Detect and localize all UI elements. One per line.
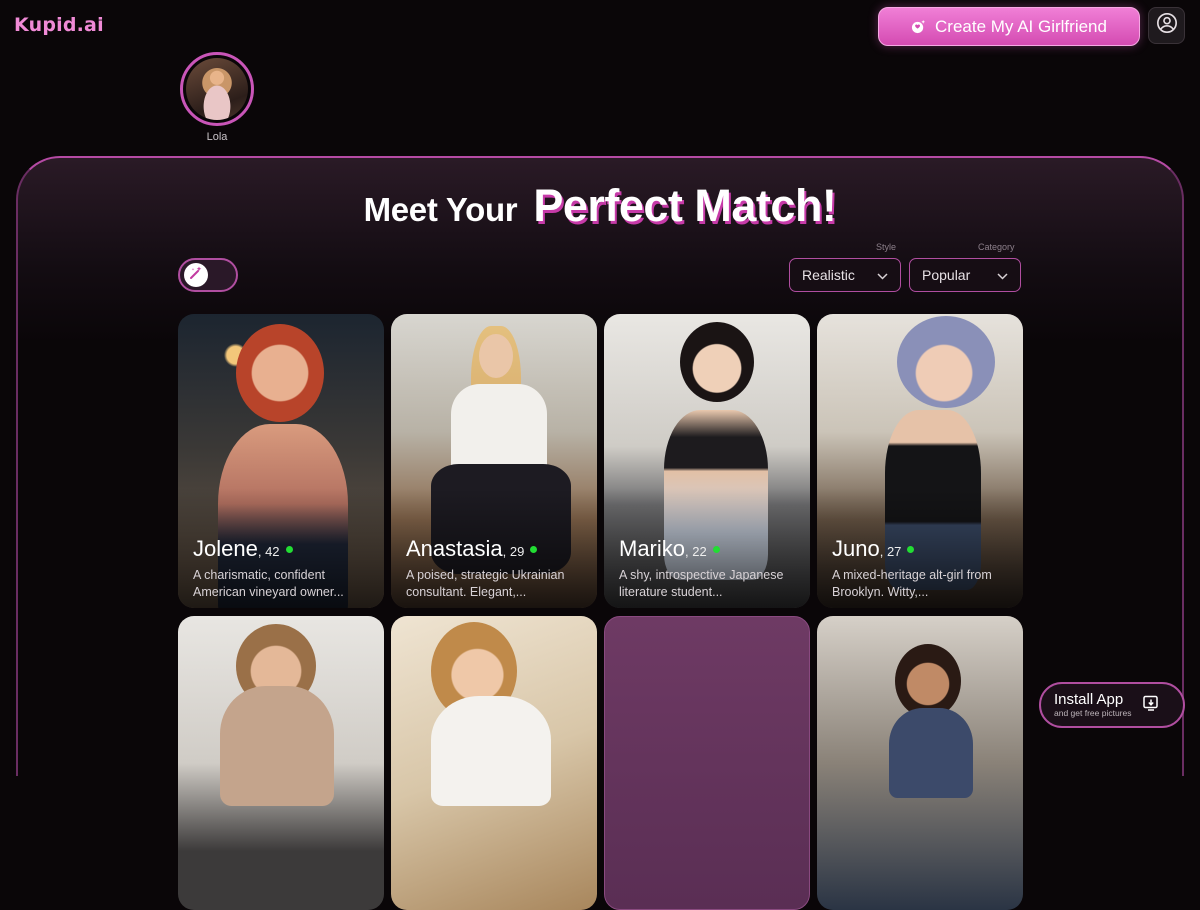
character-photo: [680, 322, 754, 402]
story-avatar-ring[interactable]: [180, 52, 254, 126]
story-lola[interactable]: Lola: [180, 52, 254, 143]
character-photo-body: [889, 708, 973, 798]
card-description: A charismatic, confident American vineya…: [193, 568, 344, 599]
install-app-button[interactable]: Install App and get free pictures: [1039, 682, 1185, 728]
online-status-dot: [907, 546, 915, 554]
online-status-dot: [285, 546, 293, 554]
logo[interactable]: Kupid.ai: [14, 14, 104, 36]
card-name: Anastasia: [406, 536, 503, 561]
install-title: Install App: [1054, 690, 1124, 708]
character-photo-body: [220, 686, 334, 806]
create-button-label: Create My AI Girlfriend: [935, 16, 1107, 36]
toggle-knob[interactable]: [184, 263, 208, 287]
chevron-down-icon: [877, 267, 888, 283]
character-photo-face: [479, 334, 513, 378]
card-age: , 27: [879, 544, 902, 559]
character-card[interactable]: [817, 616, 1023, 910]
character-photo: [897, 316, 995, 408]
style-filter-label: Style: [876, 242, 897, 252]
story-name: Lola: [206, 131, 228, 143]
category-select-value: Popular: [922, 267, 971, 283]
sparkle-heart-icon: [911, 19, 926, 34]
card-age: , 42: [257, 544, 280, 559]
card-description: A mixed-heritage alt-girl from Brooklyn.…: [832, 568, 992, 599]
category-select[interactable]: Popular: [909, 258, 1021, 292]
online-status-dot: [712, 546, 720, 554]
profile-button[interactable]: [1148, 7, 1185, 44]
title-part1: Meet Your: [363, 191, 518, 228]
card-age: , 29: [502, 544, 525, 559]
create-ai-girlfriend-button[interactable]: Create My AI Girlfriend: [878, 7, 1140, 46]
install-icon: [1142, 694, 1160, 717]
card-name: Juno: [832, 536, 880, 561]
page-title: Meet Your Perfect Match!: [0, 180, 1200, 232]
card-description: A poised, strategic Ukrainian consultant…: [406, 568, 565, 599]
character-card[interactable]: [178, 616, 384, 910]
chevron-down-icon: [997, 267, 1008, 283]
character-card-placeholder[interactable]: [604, 616, 810, 910]
character-photo-body: [431, 696, 551, 806]
avatar: [186, 58, 248, 120]
style-select[interactable]: Realistic: [789, 258, 901, 292]
user-icon: [1156, 12, 1178, 39]
install-subtitle: and get free pictures: [1054, 707, 1132, 718]
character-card-jolene[interactable]: Jolene, 42 A charismatic, confident Amer…: [178, 314, 384, 608]
style-select-value: Realistic: [802, 267, 855, 283]
character-card[interactable]: [391, 616, 597, 910]
character-photo: [236, 324, 324, 422]
card-name: Jolene: [193, 536, 258, 561]
character-card-anastasia[interactable]: Anastasia, 29 A poised, strategic Ukrain…: [391, 314, 597, 608]
card-name: Mariko: [619, 536, 686, 561]
character-photo: [895, 644, 961, 718]
category-filter-label: Category: [978, 242, 1015, 252]
card-description: A shy, introspective Japanese literature…: [619, 568, 784, 599]
character-card-juno[interactable]: Juno, 27 A mixed-heritage alt-girl from …: [817, 314, 1023, 608]
card-age: , 22: [685, 544, 707, 559]
style-toggle[interactable]: [178, 258, 238, 292]
online-status-dot: [530, 546, 538, 554]
character-card-mariko[interactable]: Mariko, 22 A shy, introspective Japanese…: [604, 314, 810, 608]
sparkle-wand-icon: [188, 265, 204, 286]
title-part2: Perfect Match!: [533, 180, 837, 231]
